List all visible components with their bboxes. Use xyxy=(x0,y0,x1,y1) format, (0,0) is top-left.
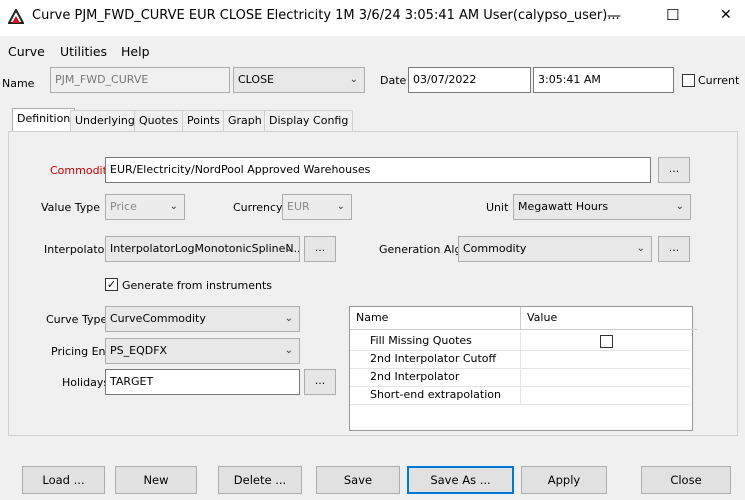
row-name: Short-end extrapolation xyxy=(370,388,501,401)
table-row[interactable]: Fill Missing Quotes xyxy=(350,332,690,351)
pricing-env-value: PS_EQDFX xyxy=(110,344,168,357)
load-button[interactable]: Load ... xyxy=(22,466,105,494)
interpolator-value: InterpolatorLogMonotonicSplineN... xyxy=(110,242,300,255)
type-select[interactable]: CLOSE ⌄ xyxy=(233,67,365,93)
name-label: Name xyxy=(2,77,35,90)
checkmark-icon: ✓ xyxy=(106,278,117,291)
value-type-select[interactable]: Price ⌄ xyxy=(105,194,185,220)
menu-bar xyxy=(0,40,745,62)
minimize-button[interactable]: — xyxy=(607,8,621,24)
name-field[interactable]: PJM_FWD_CURVE xyxy=(50,67,230,93)
chevron-down-icon: ⌄ xyxy=(284,345,293,356)
app-logo-icon xyxy=(7,7,25,25)
pricing-env-select[interactable]: PS_EQDFX ⌄ xyxy=(105,338,300,364)
holidays-browse-button[interactable]: ... xyxy=(304,369,336,395)
chevron-down-icon: ⌄ xyxy=(336,201,345,212)
generation-label: Generation Alg. xyxy=(379,243,465,256)
table-row[interactable]: 2nd Interpolator Cutoff xyxy=(350,350,690,369)
generation-value: Commodity xyxy=(463,242,527,255)
tab-definition[interactable]: Definition xyxy=(12,108,76,132)
tab-display-config[interactable]: Display Config xyxy=(264,110,354,132)
close-button[interactable]: Close xyxy=(641,466,731,494)
chevron-down-icon: ⌄ xyxy=(169,201,178,212)
row-divider xyxy=(520,386,521,404)
interpolator-label: Interpolator xyxy=(44,243,109,256)
unit-select[interactable]: Megawatt Hours ⌄ xyxy=(513,194,691,220)
chevron-down-icon: ⌄ xyxy=(284,243,293,254)
currency-label: Currency xyxy=(233,201,283,214)
close-window-button[interactable]: ✕ xyxy=(720,7,732,23)
value-type-value: Price xyxy=(110,200,137,213)
chevron-down-icon: ⌄ xyxy=(349,74,358,85)
save-button[interactable]: Save xyxy=(316,466,400,494)
tab-quotes[interactable]: Quotes xyxy=(134,110,184,132)
interpolator-browse-button[interactable]: ... xyxy=(304,236,336,262)
row-name: Fill Missing Quotes xyxy=(370,334,472,347)
window-title: Curve PJM_FWD_CURVE EUR CLOSE Electricit… xyxy=(32,8,620,23)
pricing-env-label: Pricing Env xyxy=(51,345,113,358)
currency-value: EUR xyxy=(287,200,310,213)
menu-curve[interactable]: Curve xyxy=(8,44,45,59)
row-name: 2nd Interpolator xyxy=(370,370,460,383)
current-checkbox[interactable] xyxy=(682,74,695,87)
unit-label: Unit xyxy=(486,201,509,214)
commodity-browse-button[interactable]: ... xyxy=(658,157,690,183)
save-as-button[interactable]: Save As ... xyxy=(407,466,514,494)
delete-button[interactable]: Delete ... xyxy=(218,466,302,494)
row-divider xyxy=(520,332,521,350)
menu-utilities[interactable]: Utilities xyxy=(60,44,107,59)
chevron-down-icon: ⌄ xyxy=(675,201,684,212)
apply-button[interactable]: Apply xyxy=(521,466,607,494)
maximize-button[interactable]: ☐ xyxy=(666,6,679,24)
date-field[interactable]: 03/07/2022 xyxy=(408,67,531,93)
new-button[interactable]: New xyxy=(115,466,197,494)
row-name: 2nd Interpolator Cutoff xyxy=(370,352,497,365)
curve-type-label: Curve Type xyxy=(46,313,108,326)
holidays-label: Holidays xyxy=(62,376,110,389)
currency-select[interactable]: EUR ⌄ xyxy=(282,194,352,220)
date-label: Date xyxy=(380,74,407,87)
tab-points[interactable]: Points xyxy=(182,110,226,132)
menu-help[interactable]: Help xyxy=(121,44,150,59)
tab-graph[interactable]: Graph xyxy=(223,110,267,132)
column-header-name: Name xyxy=(350,307,526,330)
interpolator-select[interactable]: InterpolatorLogMonotonicSplineN... ⌄ xyxy=(105,236,300,262)
generation-select[interactable]: Commodity ⌄ xyxy=(458,236,652,262)
table-row[interactable]: 2nd Interpolator xyxy=(350,368,690,387)
unit-value: Megawatt Hours xyxy=(518,200,609,213)
column-header-value: Value xyxy=(520,307,697,330)
curve-type-select[interactable]: CurveCommodity ⌄ xyxy=(105,306,300,332)
holidays-field[interactable]: TARGET xyxy=(105,369,300,395)
time-field[interactable]: 3:05:41 AM xyxy=(533,67,674,93)
row-divider xyxy=(520,350,521,368)
commodity-label: Commodity xyxy=(50,164,114,177)
table-row[interactable]: Short-end extrapolation xyxy=(350,386,690,405)
fill-missing-quotes-checkbox[interactable] xyxy=(600,335,613,348)
properties-table: Name Value Fill Missing Quotes 2nd Inter… xyxy=(349,306,697,431)
generation-browse-button[interactable]: ... xyxy=(658,236,690,262)
curve-type-value: CurveCommodity xyxy=(110,312,206,325)
chevron-down-icon: ⌄ xyxy=(284,313,293,324)
commodity-field[interactable]: EUR/Electricity/NordPool Approved Wareho… xyxy=(105,157,651,183)
value-type-label: Value Type xyxy=(41,201,100,214)
generate-checkbox[interactable]: ✓ xyxy=(105,278,118,291)
chevron-down-icon: ⌄ xyxy=(636,243,645,254)
current-label: Current xyxy=(698,74,740,87)
type-select-value: CLOSE xyxy=(238,73,275,86)
tab-underlying[interactable]: Underlying xyxy=(70,110,140,132)
row-divider xyxy=(520,368,521,386)
generate-label: Generate from instruments xyxy=(122,279,273,292)
